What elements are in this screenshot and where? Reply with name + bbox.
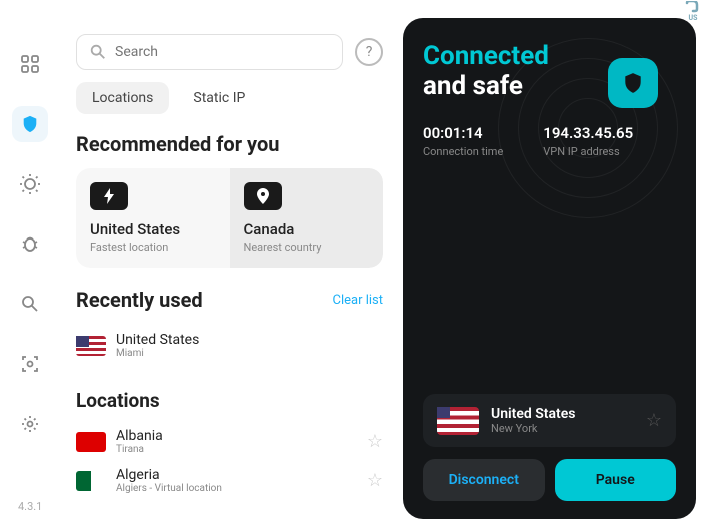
sidebar xyxy=(0,14,60,529)
loc-name: Albania xyxy=(116,428,357,444)
rec-sub: Fastest location xyxy=(90,241,216,254)
tab-locations[interactable]: Locations xyxy=(76,82,169,114)
search-field[interactable] xyxy=(115,44,330,60)
location-item[interactable]: Albania Tirana ☆ xyxy=(76,422,383,461)
nav-search-icon[interactable] xyxy=(12,286,48,322)
conn-city: New York xyxy=(491,422,634,435)
clear-list-link[interactable]: Clear list xyxy=(332,293,383,308)
pause-button[interactable]: Pause xyxy=(555,459,677,501)
location-item[interactable]: Algeria Algiers - Virtual location ☆ xyxy=(76,461,383,500)
current-connection-card[interactable]: United States New York ☆ xyxy=(423,394,676,447)
help-icon[interactable]: ? xyxy=(355,38,383,66)
favorite-star-icon[interactable]: ☆ xyxy=(367,431,383,452)
shield-badge-icon xyxy=(608,58,658,108)
loc-sub: Algiers - Virtual location xyxy=(116,483,357,494)
flag-dz-icon xyxy=(76,471,106,491)
rec-name: United States xyxy=(90,220,216,238)
favorite-star-icon[interactable]: ☆ xyxy=(646,410,662,431)
connection-panel: Connected and safe 00:01:14 Connection t… xyxy=(403,18,696,519)
tab-static-ip[interactable]: Static IP xyxy=(177,82,261,114)
nav-bug-icon[interactable] xyxy=(12,226,48,262)
main-content: ? Locations Static IP Recommended for yo… xyxy=(60,14,399,529)
locations-title: Locations xyxy=(76,389,383,412)
corner-badge: US xyxy=(682,0,704,22)
flag-us-icon xyxy=(76,336,106,356)
conn-country: United States xyxy=(491,406,634,422)
nav-settings-icon[interactable] xyxy=(12,406,48,442)
flag-us-icon xyxy=(437,407,479,435)
loc-sub: Miami xyxy=(116,348,383,359)
search-input[interactable] xyxy=(76,34,343,70)
nav-scan-icon[interactable] xyxy=(12,346,48,382)
loc-name: Algeria xyxy=(116,467,357,483)
tabs: Locations Static IP xyxy=(76,82,383,114)
rec-card-fastest[interactable]: United States Fastest location xyxy=(76,168,230,268)
recommended-title: Recommended for you xyxy=(76,132,383,156)
version-label: 4.3.1 xyxy=(18,500,42,513)
recent-item[interactable]: United States Miami xyxy=(76,326,383,365)
rec-name: Canada xyxy=(244,220,370,238)
search-icon xyxy=(89,43,107,61)
nav-alert-icon[interactable] xyxy=(12,166,48,202)
pin-icon xyxy=(244,182,282,210)
favorite-star-icon[interactable]: ☆ xyxy=(367,470,383,491)
svg-text:US: US xyxy=(689,14,699,21)
recent-title: Recently used xyxy=(76,288,203,312)
flag-al-icon xyxy=(76,432,106,452)
recommended-cards: United States Fastest location Canada Ne… xyxy=(76,168,383,268)
nav-shield-icon[interactable] xyxy=(12,106,48,142)
lightning-icon xyxy=(90,182,128,210)
disconnect-button[interactable]: Disconnect xyxy=(423,459,545,501)
connection-time-stat: 00:01:14 Connection time xyxy=(423,124,503,158)
nav-dashboard-icon[interactable] xyxy=(12,46,48,82)
rec-sub: Nearest country xyxy=(244,241,370,254)
loc-name: United States xyxy=(116,332,383,348)
loc-sub: Tirana xyxy=(116,444,357,455)
rec-card-nearest[interactable]: Canada Nearest country xyxy=(230,168,384,268)
